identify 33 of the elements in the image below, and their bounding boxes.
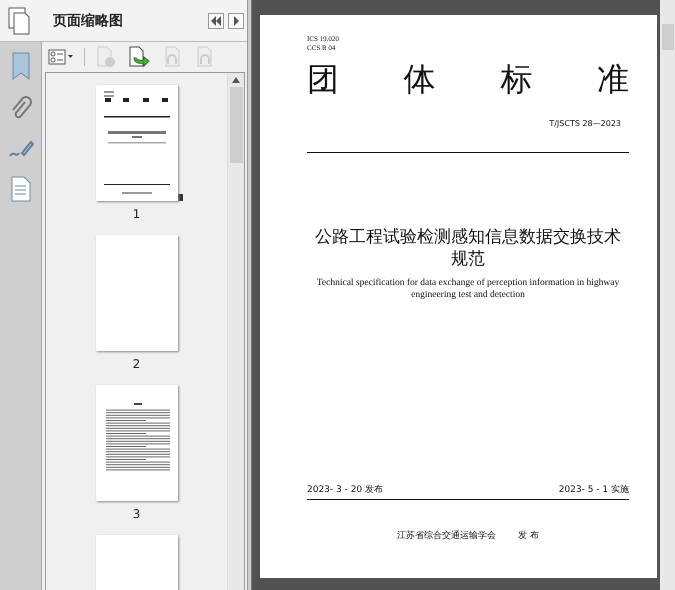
heading-character: 体 [404,59,436,99]
heading-character: 团 [307,59,339,99]
scrollbar[interactable] [660,0,675,590]
play-icon [232,16,240,26]
page-thumbnail[interactable] [96,85,178,201]
collapse-button[interactable] [208,12,224,28]
standard-number: T/JSCTS 28—2023 [549,119,621,128]
scroll-up-icon[interactable] [232,77,240,83]
publish-label: 发 布 [518,530,539,542]
scrollbar-thumb[interactable] [230,87,242,163]
pages-icon[interactable] [8,6,32,34]
bookmark-icon[interactable] [10,52,30,80]
page-number: 1 [132,207,140,221]
page-number: 2 [132,357,140,371]
page-number: 3 [132,507,140,521]
document-title: 公路工程试验检测感知信息数据交换技术规范 [314,226,622,270]
document-icon[interactable] [10,176,30,202]
issue-date: 2023- 3 - 20 发布 [307,484,384,496]
page-thumbnail[interactable] [96,385,178,501]
effective-date: 2023- 5 - 1 实施 [558,484,629,496]
scrollbar-thumb[interactable] [662,24,674,50]
page-thumbnail[interactable] [96,235,178,351]
expand-button[interactable] [228,12,244,28]
options-button[interactable] [48,49,74,65]
english-title: Technical specification for data exchange of perception information in highway engineering test and detection [316,277,620,301]
panel-title: 页面缩略图 [53,12,123,30]
scrollbar[interactable] [227,73,244,590]
heading-character: 准 [596,59,629,99]
insert-page-icon[interactable] [127,46,151,68]
delete-page-icon[interactable] [95,46,117,68]
publisher: 江苏省综合交通运输学会 [397,530,496,542]
heading-character: 标 [500,59,532,99]
rewind-icon [210,16,222,26]
